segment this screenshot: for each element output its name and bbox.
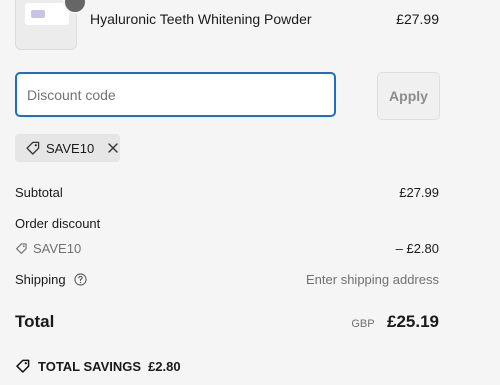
total-label: Total	[15, 312, 55, 331]
order-discount-label: Order discount	[15, 216, 101, 231]
total-row: Total GBP £25.19	[15, 312, 439, 332]
total-savings-value: £2.80	[148, 358, 181, 374]
currency-code: GBP	[351, 318, 375, 330]
applied-discount-chip: SAVE10	[15, 134, 120, 162]
question-circle-icon[interactable]	[74, 273, 87, 286]
subtotal-label: Subtotal	[15, 185, 63, 200]
discount-code-input[interactable]	[15, 72, 336, 117]
applied-discount-code: SAVE10	[46, 140, 95, 156]
total-amount: £25.19	[387, 312, 439, 331]
subtotal-value: £27.99	[399, 185, 439, 200]
order-discount-code-row: SAVE10 – £2.80	[15, 241, 439, 256]
apply-discount-button[interactable]: Apply	[377, 72, 440, 120]
shipping-value: Enter shipping address	[306, 272, 439, 287]
subtotal-row: Subtotal £27.99	[15, 185, 439, 200]
product-name: Hyaluronic Teeth Whitening Powder	[90, 11, 312, 27]
order-discount-code: SAVE10	[33, 241, 82, 256]
tag-icon	[16, 243, 27, 254]
shipping-row: Shipping Enter shipping address	[15, 272, 439, 287]
order-discount-value: – £2.80	[395, 241, 439, 256]
total-savings: TOTAL SAVINGS £2.80	[15, 358, 181, 374]
tag-icon	[16, 359, 30, 373]
close-icon[interactable]	[107, 142, 119, 154]
total-savings-label: TOTAL SAVINGS	[38, 358, 142, 374]
order-discount-row: Order discount	[15, 216, 439, 231]
tag-icon	[26, 141, 40, 155]
product-price: £27.99	[396, 11, 439, 27]
shipping-label: Shipping	[15, 272, 66, 287]
